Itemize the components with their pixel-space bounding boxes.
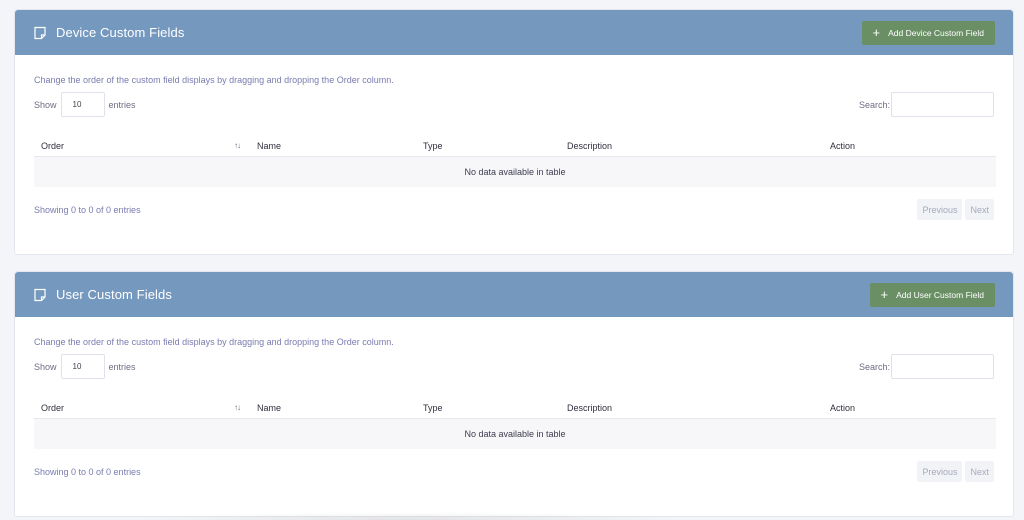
- page-length-control: Show 10 entries: [34, 354, 136, 379]
- table-info: Showing 0 to 0 of 0 entries: [34, 204, 141, 215]
- table-controls: Show 10 entries Search:: [34, 354, 994, 379]
- sort-icon[interactable]: ↑↓: [234, 403, 241, 412]
- previous-page-button[interactable]: Previous: [917, 461, 963, 482]
- show-label: Show: [34, 361, 57, 372]
- next-page-button[interactable]: Next: [965, 461, 994, 482]
- search-label: Search:: [858, 361, 890, 372]
- table-info: Showing 0 to 0 of 0 entries: [34, 466, 141, 477]
- entries-label: entries: [108, 99, 136, 110]
- plus-icon: +: [872, 25, 881, 40]
- page-length-select[interactable]: 10: [60, 354, 105, 379]
- column-header-type[interactable]: Type: [423, 141, 443, 151]
- empty-table-row: No data available in table: [34, 157, 996, 187]
- add-device-custom-field-button[interactable]: + Add Device Custom Field: [861, 20, 995, 45]
- panel-header: Device Custom Fields + Add Device Custom…: [15, 10, 1013, 55]
- note-icon: [33, 288, 47, 302]
- search-control: Search:: [859, 354, 994, 379]
- user-custom-fields-panel: User Custom Fields + Add User Custom Fie…: [14, 271, 1014, 517]
- add-button-label: Add Device Custom Field: [888, 27, 984, 38]
- panel-title: User Custom Fields: [56, 287, 172, 302]
- panel-title: Device Custom Fields: [56, 25, 185, 40]
- pagination: Previous Next: [917, 199, 994, 220]
- table-header-row: Order ↑↓ Name Type Description Action: [34, 399, 996, 419]
- custom-fields-table: Order ↑↓ Name Type Description Action No…: [34, 137, 996, 187]
- search-input[interactable]: [891, 92, 994, 117]
- pagination: Previous Next: [917, 461, 994, 482]
- previous-page-button[interactable]: Previous: [917, 199, 963, 220]
- panel-header: User Custom Fields + Add User Custom Fie…: [15, 272, 1013, 317]
- sort-icon[interactable]: ↑↓: [234, 141, 241, 150]
- page-length-control: Show 10 entries: [34, 92, 136, 117]
- table-footer: Showing 0 to 0 of 0 entries Previous Nex…: [34, 461, 994, 482]
- table-controls: Show 10 entries Search:: [34, 92, 994, 117]
- column-header-description[interactable]: Description: [567, 141, 612, 151]
- column-header-action[interactable]: Action: [830, 403, 855, 413]
- add-button-label: Add User Custom Field: [896, 289, 984, 300]
- show-label: Show: [34, 99, 57, 110]
- table-footer: Showing 0 to 0 of 0 entries Previous Nex…: [34, 199, 994, 220]
- next-page-button[interactable]: Next: [965, 199, 994, 220]
- column-header-name[interactable]: Name: [257, 141, 281, 151]
- table-header-row: Order ↑↓ Name Type Description Action: [34, 137, 996, 157]
- reorder-hint: Change the order of the custom field dis…: [34, 75, 394, 85]
- note-icon: [33, 26, 47, 40]
- device-custom-fields-panel: Device Custom Fields + Add Device Custom…: [14, 9, 1014, 255]
- column-header-type[interactable]: Type: [423, 403, 443, 413]
- page-length-select[interactable]: 10: [60, 92, 105, 117]
- column-header-description[interactable]: Description: [567, 403, 612, 413]
- custom-fields-table: Order ↑↓ Name Type Description Action No…: [34, 399, 996, 449]
- panel-body: Change the order of the custom field dis…: [15, 317, 1013, 482]
- plus-icon: +: [880, 287, 889, 302]
- add-user-custom-field-button[interactable]: + Add User Custom Field: [869, 282, 995, 307]
- column-header-name[interactable]: Name: [257, 403, 281, 413]
- reorder-hint: Change the order of the custom field dis…: [34, 337, 394, 347]
- entries-label: entries: [108, 361, 136, 372]
- search-label: Search:: [858, 99, 890, 110]
- empty-table-row: No data available in table: [34, 419, 996, 449]
- search-control: Search:: [859, 92, 994, 117]
- bottom-shadow: [130, 512, 690, 520]
- search-input[interactable]: [891, 354, 994, 379]
- column-header-action[interactable]: Action: [830, 141, 855, 151]
- panel-body: Change the order of the custom field dis…: [15, 55, 1013, 220]
- column-header-order[interactable]: Order: [41, 141, 64, 151]
- column-header-order[interactable]: Order: [41, 403, 64, 413]
